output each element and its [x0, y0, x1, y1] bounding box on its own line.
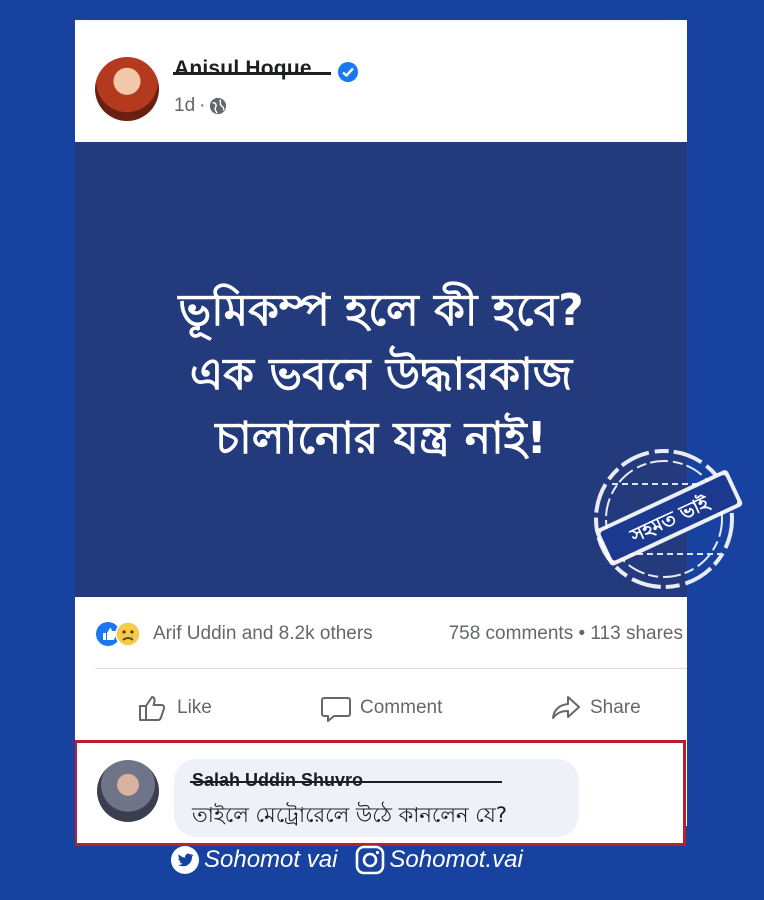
twitter-handle[interactable]: Sohomot vai	[170, 845, 337, 875]
comment-bubble: Salah Uddin Shuvro তাইলে মেট্রোরেলে উঠে …	[174, 759, 579, 837]
highlighted-comment: Salah Uddin Shuvro তাইলে মেট্রোরেলে উঠে …	[75, 740, 686, 846]
headline-line: ভূমিকম্প হলে কী হবে?	[178, 284, 584, 336]
commenter-name-strikethrough	[190, 781, 502, 783]
post-stats: Arif Uddin and 8.2k others 758 comments …	[75, 597, 687, 667]
like-button[interactable]: Like	[137, 692, 212, 724]
comment-text: তাইলে মেট্রোরেলে উঠে কানলেন যে?	[192, 803, 507, 827]
post-meta: 1d ·	[174, 95, 227, 117]
comment-bubble-icon	[321, 697, 351, 722]
meta-separator: ·	[199, 95, 206, 116]
commenter-avatar[interactable]	[97, 760, 159, 822]
like-label: Like	[177, 697, 212, 718]
thumbs-up-icon	[139, 696, 166, 721]
instagram-handle-text: Sohomot.vai	[389, 846, 523, 873]
share-arrow-icon	[552, 696, 580, 719]
headline-line: চালানোর যন্ত্র নাই!	[215, 412, 547, 464]
comment-button[interactable]: Comment	[320, 692, 442, 724]
twitter-bird-icon	[171, 846, 199, 874]
author-avatar[interactable]	[95, 57, 159, 121]
share-button[interactable]: Share	[550, 692, 641, 724]
post-headline: ভূমিকম্প হলে কী হবে? এক ভবনে উদ্ধারকাজ চ…	[178, 279, 583, 471]
share-label: Share	[590, 697, 641, 718]
sad-reaction-icon	[115, 621, 141, 647]
reaction-icons[interactable]	[95, 621, 145, 647]
facebook-post-card: Anisul Hoque 1d · ভূমিকম্প হলে কী হবে? এ…	[75, 20, 687, 846]
post-header: Anisul Hoque 1d ·	[75, 20, 687, 142]
sohomot-vai-stamp: সহমত ভাই	[594, 449, 743, 589]
instagram-icon	[356, 845, 385, 875]
comment-label: Comment	[360, 697, 443, 718]
name-strikethrough	[173, 72, 331, 75]
post-actions: Like Comment Share	[75, 668, 687, 738]
globe-icon	[210, 97, 227, 115]
post-time[interactable]: 1d	[174, 95, 195, 117]
twitter-handle-text: Sohomot vai	[204, 846, 338, 873]
comment-share-counts[interactable]: 758 comments • 113 shares	[449, 623, 683, 645]
author-name[interactable]: Anisul Hoque	[174, 57, 312, 81]
footer-social-handles: Sohomot vai Sohomot.vai	[170, 845, 523, 875]
reaction-summary[interactable]: Arif Uddin and 8.2k others	[153, 623, 373, 645]
verified-badge-icon	[338, 62, 358, 82]
headline-line: এক ভবনে উদ্ধারকাজ	[189, 348, 573, 400]
instagram-handle[interactable]: Sohomot.vai	[355, 845, 523, 875]
